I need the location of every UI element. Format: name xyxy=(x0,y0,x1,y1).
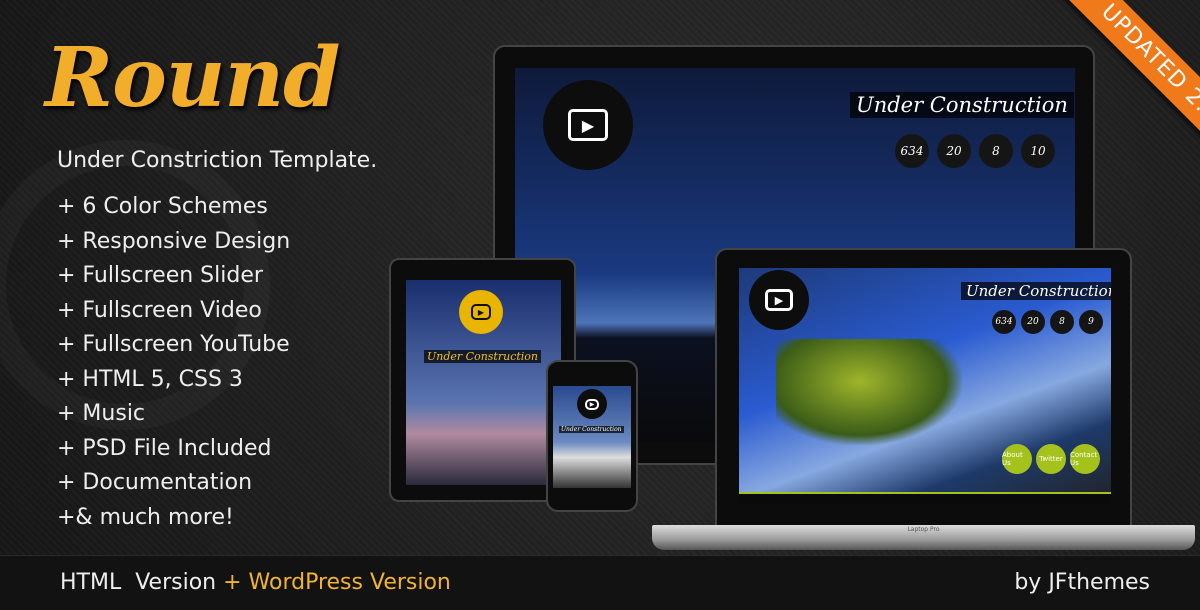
tv-logo: ▶ xyxy=(749,270,809,330)
feature-item: +& much more! xyxy=(57,504,234,530)
tv-logo: ▶ xyxy=(459,290,503,334)
laptop-screen: ▶ Under Construction 634 20 8 9 About Us… xyxy=(739,268,1111,504)
bottom-bar: HTML Version + WordPress Version by JFth… xyxy=(0,555,1200,610)
feature-item: + Fullscreen Slider xyxy=(57,263,263,288)
wordpress-version: + WordPress Version xyxy=(223,570,451,595)
countdown-seconds: 9 xyxy=(1079,310,1103,334)
tv-play-icon: ▶ xyxy=(585,398,599,410)
phone-screen: ▶ Under Construction xyxy=(553,386,631,488)
feature-item: + Music xyxy=(57,401,146,426)
countdown-seconds: 10 xyxy=(1021,134,1055,168)
tv-logo: ▶ xyxy=(543,80,633,170)
author-credit: by JFthemes xyxy=(1014,570,1150,595)
laptop-base: Laptop Pro xyxy=(652,525,1195,550)
tv-play-icon: ▶ xyxy=(568,109,608,141)
feature-item: + Fullscreen YouTube xyxy=(57,332,290,357)
feature-list: + 6 Color Schemes + Responsive Design + … xyxy=(57,192,290,537)
under-construction-heading: Under Construction xyxy=(850,92,1074,118)
tv-logo: ▶ xyxy=(577,389,607,419)
product-title: Round xyxy=(45,30,340,126)
feature-item: + Responsive Design xyxy=(57,228,291,254)
feature-item: + Documentation xyxy=(57,470,253,495)
html-version: HTML Version xyxy=(60,570,217,595)
twitter-button[interactable]: Twitter xyxy=(1036,444,1066,474)
countdown-minutes: 8 xyxy=(1050,310,1074,334)
under-construction-heading: Under Construction xyxy=(559,426,624,433)
tv-play-icon: ▶ xyxy=(765,289,793,311)
feature-item: + Fullscreen Video xyxy=(57,297,262,323)
under-construction-heading: Under Construction xyxy=(424,350,541,363)
feature-item: + 6 Color Schemes xyxy=(57,194,268,219)
about-button[interactable]: About Us xyxy=(1002,444,1032,474)
subtitle: Under Constriction Template. xyxy=(57,148,378,173)
version-text: HTML Version + WordPress Version xyxy=(60,570,451,595)
phone-mockup: ▶ Under Construction xyxy=(546,360,638,512)
tablet-screen: ▶ Under Construction xyxy=(406,280,561,485)
countdown: 634 20 8 9 xyxy=(992,310,1103,334)
countdown-days: 634 xyxy=(992,310,1016,334)
countdown-minutes: 8 xyxy=(979,134,1013,168)
under-construction-heading: Under Construction xyxy=(961,282,1111,300)
contact-button[interactable]: Contact Us xyxy=(1070,444,1100,474)
tv-play-icon: ▶ xyxy=(471,304,491,320)
countdown-hours: 20 xyxy=(1021,310,1045,334)
feature-item: + PSD File Included xyxy=(57,435,272,461)
laptop-mockup: ▶ Under Construction 634 20 8 9 About Us… xyxy=(715,248,1132,528)
laptop-label: Laptop Pro xyxy=(907,526,940,533)
countdown-days: 634 xyxy=(895,134,929,168)
countdown: 634 20 8 10 xyxy=(895,134,1055,168)
countdown-hours: 20 xyxy=(937,134,971,168)
feature-item: + HTML 5, CSS 3 xyxy=(57,366,243,392)
